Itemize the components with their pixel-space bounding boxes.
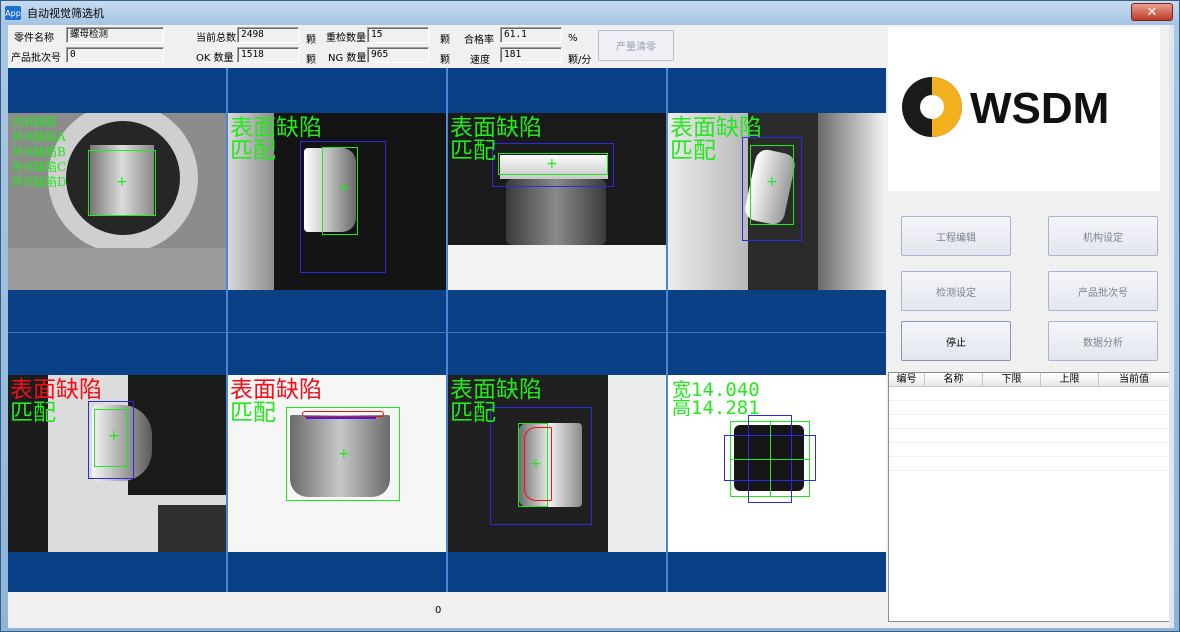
defect-label-4: 外R缺陷C — [12, 160, 67, 174]
window-edge — [1169, 25, 1174, 628]
match-label-2: 匹配 — [230, 138, 276, 164]
batch-label: 产品批次号 — [11, 53, 61, 64]
camera-image-7: + 表面缺陷 匹配 — [448, 375, 666, 552]
title-bar[interactable]: App 自动视觉筛选机 ✕ — [1, 1, 1179, 25]
recheck-label: 重检数量 — [326, 33, 366, 44]
parameter-table[interactable]: 编号 名称 下限 上限 当前值 — [888, 372, 1170, 622]
col-name[interactable]: 名称 — [925, 373, 983, 386]
col-number[interactable]: 编号 — [889, 373, 925, 386]
camera-image-6: + 表面缺陷 匹配 — [228, 375, 446, 552]
ok-unit: 颗 — [306, 55, 316, 66]
height-readout: 高14.281 — [672, 397, 760, 419]
status-value: 0 — [435, 605, 442, 616]
clear-output-button[interactable]: 产量清零 — [598, 30, 674, 61]
total-label: 当前总数 — [196, 33, 236, 44]
col-lower[interactable]: 下限 — [983, 373, 1041, 386]
logo-icon: WSDM — [902, 77, 1109, 137]
match-label-4: 匹配 — [670, 138, 716, 164]
defect-title-5: 表面缺陷 — [10, 377, 102, 403]
camera-view-6[interactable]: + 表面缺陷 匹配 — [228, 330, 446, 592]
table-row — [889, 401, 1169, 415]
table-row — [889, 443, 1169, 457]
match-label-3: 匹配 — [450, 138, 496, 164]
camera-view-4[interactable]: + 表面缺陷 匹配 — [668, 68, 886, 330]
batch-number-button[interactable]: 产品批次号 — [1048, 271, 1158, 311]
ok-field: 1518 — [237, 47, 299, 63]
batch-field[interactable]: 0 — [66, 47, 164, 63]
defect-title-2: 表面缺陷 — [230, 115, 322, 141]
defect-label-3: 外R缺陷B — [12, 145, 66, 159]
defect-title-4: 表面缺陷 — [670, 115, 762, 141]
grid-divider-v1 — [226, 68, 228, 592]
camera-image-2: + 表面缺陷 匹配 — [228, 113, 446, 290]
pass-rate-unit: % — [568, 33, 578, 44]
camera-image-1: + 内R缺陷 外R缺陷A 外R缺陷B 外R缺陷C 外R缺陷D — [8, 113, 226, 290]
camera-view-8[interactable]: 宽14.040 高14.281 — [668, 330, 886, 592]
camera-image-5: + 表面缺陷 匹配 — [8, 375, 226, 552]
camera-view-2[interactable]: + 表面缺陷 匹配 — [228, 68, 446, 330]
table-row — [889, 387, 1169, 401]
pass-rate-label: 合格率 — [464, 35, 494, 46]
recheck-unit: 颗 — [440, 35, 450, 46]
defect-title-7: 表面缺陷 — [450, 377, 542, 403]
mechanism-settings-button[interactable]: 机构设定 — [1048, 216, 1158, 256]
col-upper[interactable]: 上限 — [1041, 373, 1099, 386]
speed-field: 181 — [500, 47, 562, 63]
match-label-5: 匹配 — [10, 400, 56, 426]
camera-image-8: 宽14.040 高14.281 — [668, 375, 886, 552]
window-title: 自动视觉筛选机 — [27, 7, 104, 20]
match-label-6: 匹配 — [230, 400, 276, 426]
ng-field: 965 — [367, 47, 429, 63]
defect-label-2: 外R缺陷A — [12, 130, 66, 144]
match-label-7: 匹配 — [450, 400, 496, 426]
camera-grid: + 内R缺陷 外R缺陷A 外R缺陷B 外R缺陷C 外R缺陷D + 表面缺陷 匹配… — [8, 68, 886, 592]
status-bar: 0 — [8, 593, 886, 628]
info-panel: 零件名称 螺母检测 产品批次号 0 当前总数 2498 颗 OK 数量 1518… — [8, 25, 886, 68]
ok-label: OK 数量 — [196, 53, 234, 64]
total-unit: 颗 — [306, 35, 316, 46]
camera-image-3: + 表面缺陷 匹配 — [448, 113, 666, 290]
ng-label: NG 数量 — [328, 53, 367, 64]
total-field: 2498 — [237, 27, 299, 43]
detection-settings-button[interactable]: 检测设定 — [901, 271, 1011, 311]
defect-title-6: 表面缺陷 — [230, 377, 322, 403]
defect-label-5: 外R缺陷D — [12, 175, 67, 189]
camera-view-5[interactable]: + 表面缺陷 匹配 — [8, 330, 226, 592]
grid-divider-v3 — [666, 68, 668, 592]
client-area: 零件名称 螺母检测 产品批次号 0 当前总数 2498 颗 OK 数量 1518… — [8, 25, 1174, 628]
table-row — [889, 429, 1169, 443]
part-name-field[interactable]: 螺母检测 — [66, 27, 164, 43]
camera-image-4: + 表面缺陷 匹配 — [668, 113, 886, 290]
defect-label-1: 内R缺陷 — [12, 115, 58, 129]
col-current[interactable]: 当前值 — [1099, 373, 1169, 386]
ng-unit: 颗 — [440, 55, 450, 66]
pass-rate-field: 61.1 — [500, 27, 562, 43]
camera-view-3[interactable]: + 表面缺陷 匹配 — [448, 68, 666, 330]
recheck-field: 15 — [367, 27, 429, 43]
table-header: 编号 名称 下限 上限 当前值 — [889, 373, 1169, 387]
close-button[interactable]: ✕ — [1131, 3, 1173, 21]
speed-unit: 颗/分 — [568, 55, 592, 66]
logo-text: WSDM — [970, 84, 1109, 133]
grid-divider-h — [8, 332, 886, 333]
grid-divider-v2 — [446, 68, 448, 592]
data-analysis-button[interactable]: 数据分析 — [1048, 321, 1158, 361]
app-icon: App — [5, 6, 21, 20]
defect-title-3: 表面缺陷 — [450, 115, 542, 141]
stop-button[interactable]: 停止 — [901, 321, 1011, 361]
project-edit-button[interactable]: 工程编辑 — [901, 216, 1011, 256]
camera-view-1[interactable]: + 内R缺陷 外R缺陷A 外R缺陷B 外R缺陷C 外R缺陷D — [8, 68, 226, 330]
table-row — [889, 457, 1169, 471]
speed-label: 速度 — [470, 55, 490, 66]
main-window: App 自动视觉筛选机 ✕ 零件名称 螺母检测 产品批次号 0 当前总数 249… — [0, 0, 1180, 632]
part-name-label: 零件名称 — [14, 33, 54, 44]
table-row — [889, 415, 1169, 429]
company-logo: WSDM — [888, 27, 1160, 191]
camera-view-7[interactable]: + 表面缺陷 匹配 — [448, 330, 666, 592]
